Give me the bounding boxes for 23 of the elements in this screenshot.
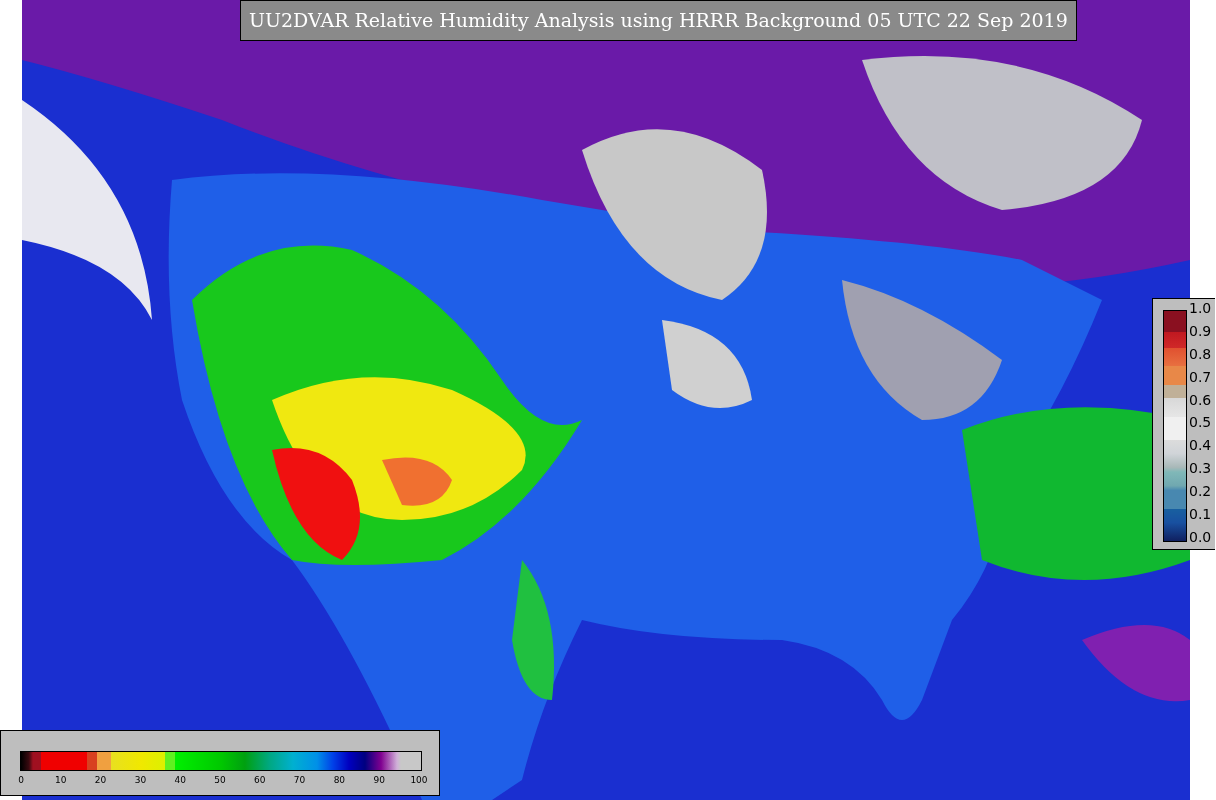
tick-label: 0.3 [1189, 460, 1212, 479]
tick-label: 0 [17, 775, 25, 785]
tick-label: 0.2 [1189, 483, 1212, 502]
tick-label: 0.5 [1189, 414, 1212, 433]
tick-label: 0.8 [1189, 345, 1212, 364]
tick-label: 0.0 [1189, 528, 1212, 547]
tick-label: 60 [253, 775, 267, 785]
tick-label: 40 [173, 775, 187, 785]
tick-label: 90 [372, 775, 386, 785]
tick-label: 0.1 [1189, 506, 1212, 524]
tick-label: 0.4 [1189, 437, 1212, 456]
tick-label: 0.6 [1189, 391, 1212, 410]
tick-label: 80 [332, 775, 347, 785]
tick-label: 100 [409, 775, 429, 785]
tick-label: 10 [54, 775, 68, 785]
tick-label: 70 [292, 775, 307, 785]
tick-label: 0.9 [1189, 322, 1212, 341]
tick-label: 50 [213, 775, 227, 785]
plot-title: UU2DVAR Relative Humidity Analysis using HRRR Background 05 UTC 22 Sep 2019 [240, 0, 1077, 41]
tick-label: 0.7 [1189, 368, 1212, 387]
tick-label: 30 [133, 775, 148, 785]
tick-label: 1.0 [1189, 300, 1212, 318]
tick-label: 20 [93, 775, 108, 785]
